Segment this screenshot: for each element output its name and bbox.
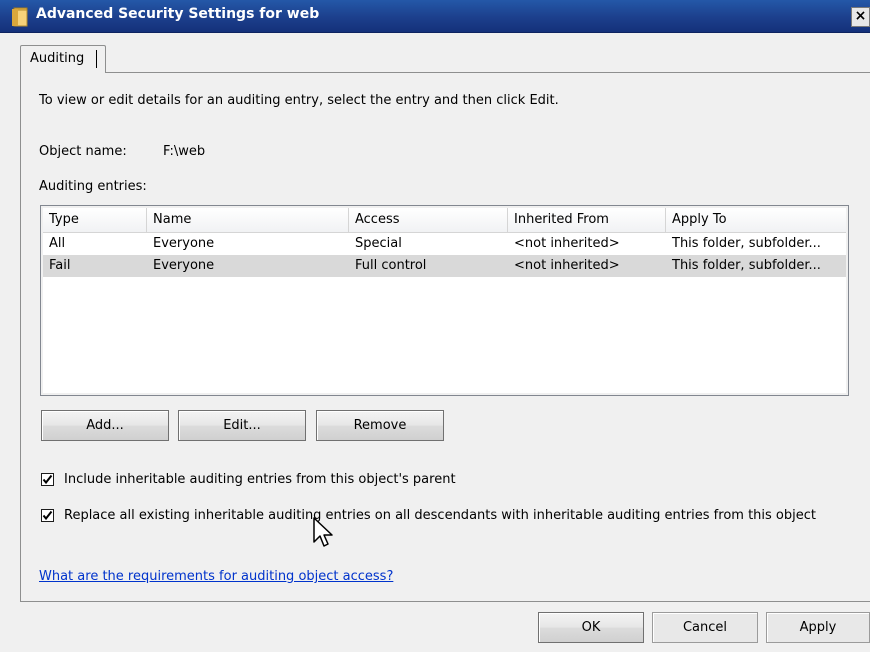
cancel-button[interactable]: Cancel: [652, 612, 758, 643]
object-name-label: Object name:: [39, 144, 127, 159]
title-bar[interactable]: Advanced Security Settings for web ×: [0, 0, 870, 33]
table-row[interactable]: All Everyone Special <not inherited> Thi…: [43, 233, 846, 255]
column-header-apply-to[interactable]: Apply To: [666, 208, 846, 232]
dialog-footer: OK Cancel Apply: [0, 602, 870, 652]
add-button[interactable]: Add...: [41, 410, 169, 441]
cell-apply-to: This folder, subfolder...: [672, 258, 821, 273]
tab-auditing[interactable]: Auditing: [20, 45, 106, 73]
window-title: Advanced Security Settings for web: [36, 6, 320, 22]
include-inheritable-label[interactable]: Include inheritable auditing entries fro…: [64, 472, 456, 487]
auditing-entries-list[interactable]: Type Name Access Inherited From Apply To…: [40, 205, 849, 396]
column-header-name[interactable]: Name: [147, 208, 349, 232]
checkmark-icon: [42, 510, 53, 521]
column-header-inherited-from[interactable]: Inherited From: [508, 208, 666, 232]
edit-button[interactable]: Edit...: [178, 410, 306, 441]
cell-name: Everyone: [153, 236, 215, 251]
cell-apply-to: This folder, subfolder...: [672, 236, 821, 251]
object-name-value: F:\web: [163, 144, 206, 159]
cell-inherited-from: <not inherited>: [514, 236, 620, 251]
include-inheritable-checkbox[interactable]: [41, 473, 54, 486]
tab-auditing-label: Auditing: [30, 51, 85, 66]
list-header: Type Name Access Inherited From Apply To: [43, 208, 846, 233]
cell-name: Everyone: [153, 258, 215, 273]
checkmark-icon: [42, 474, 53, 485]
table-row-selected[interactable]: Fail Everyone Full control <not inherite…: [43, 255, 846, 277]
ok-button[interactable]: OK: [538, 612, 644, 643]
auditing-entries-label: Auditing entries:: [39, 179, 147, 194]
cell-type: All: [49, 236, 66, 251]
advanced-security-settings-window: Advanced Security Settings for web × Aud…: [0, 0, 870, 652]
cell-access: Full control: [355, 258, 427, 273]
intro-text: To view or edit details for an auditing …: [39, 93, 559, 108]
column-header-type[interactable]: Type: [43, 208, 147, 232]
column-header-access[interactable]: Access: [349, 208, 508, 232]
cell-access: Special: [355, 236, 402, 251]
tab-edge-divider: [96, 50, 97, 68]
cell-inherited-from: <not inherited>: [514, 258, 620, 273]
replace-all-checkbox[interactable]: [41, 509, 54, 522]
apply-button[interactable]: Apply: [766, 612, 870, 643]
close-button[interactable]: ×: [851, 7, 870, 27]
mouse-cursor-icon: [313, 517, 333, 547]
replace-all-label[interactable]: Replace all existing inheritable auditin…: [64, 508, 816, 523]
auditing-requirements-help-link[interactable]: What are the requirements for auditing o…: [39, 569, 393, 584]
remove-button[interactable]: Remove: [316, 410, 444, 441]
cell-type: Fail: [49, 258, 71, 273]
auditing-entries-list-body: Type Name Access Inherited From Apply To…: [43, 208, 846, 393]
folder-icon: [12, 7, 28, 27]
